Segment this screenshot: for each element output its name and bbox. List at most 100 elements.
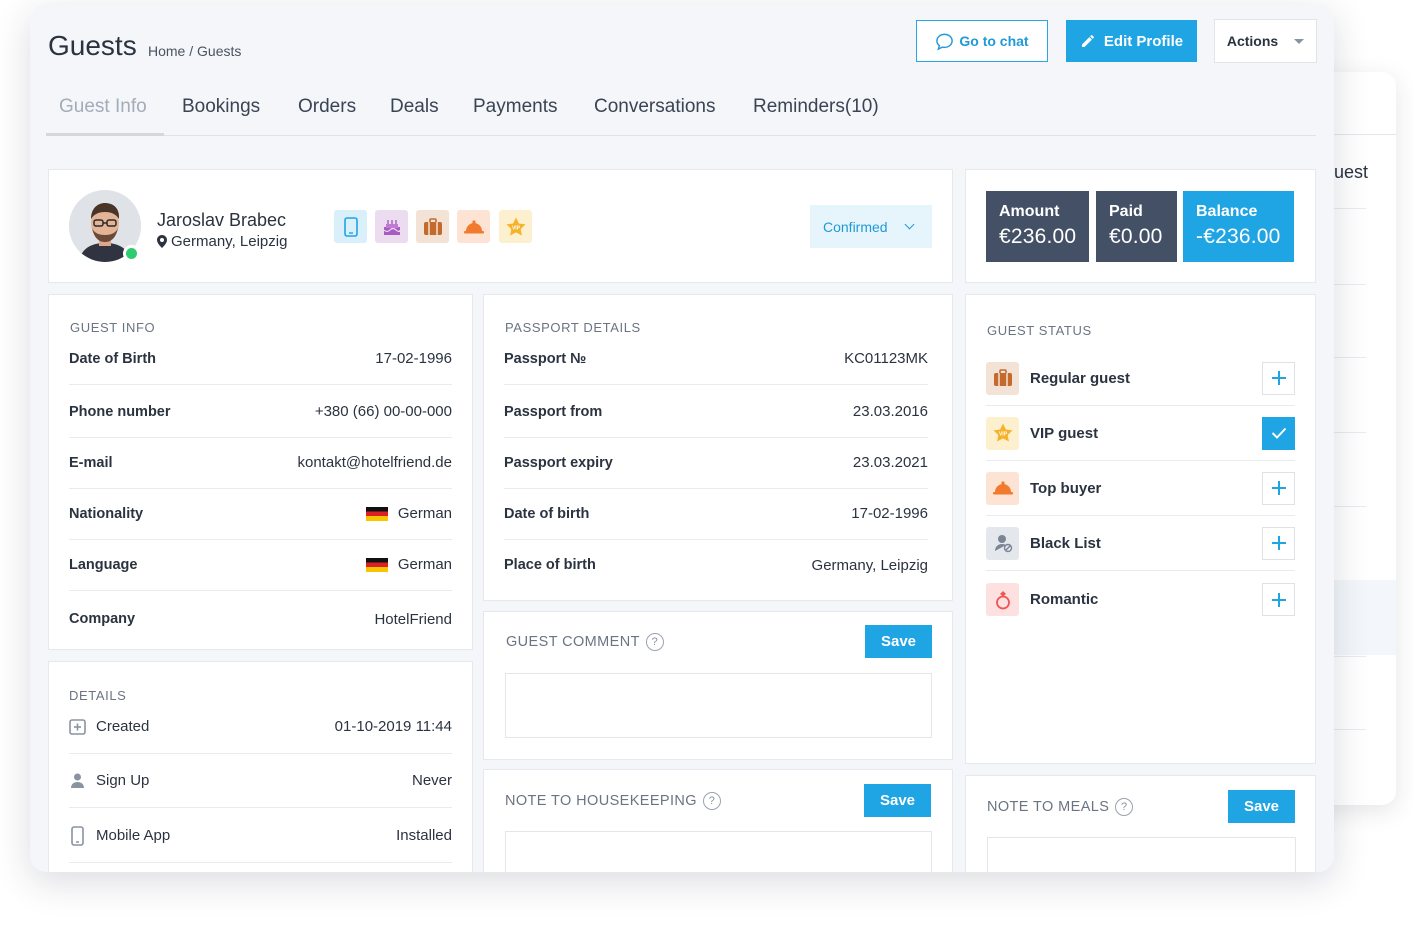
edit-profile-label: Edit Profile bbox=[1103, 32, 1184, 50]
meals-note-label: NOTE TO MEALS bbox=[987, 799, 1110, 815]
details-row-created: Created 01-10-2019 11:44 bbox=[69, 700, 452, 754]
section-title-guest-status: GUEST STATUS bbox=[987, 323, 1092, 338]
guest-comment-card: GUEST COMMENT? Save bbox=[483, 611, 953, 760]
active-tab-indicator bbox=[46, 133, 164, 136]
german-flag-icon bbox=[365, 506, 388, 521]
mobile-phone-icon bbox=[71, 825, 84, 846]
amount-tile: Amount €236.00 bbox=[986, 191, 1089, 262]
add-status-button[interactable] bbox=[1262, 583, 1295, 616]
tab-orders[interactable]: Orders bbox=[298, 96, 356, 118]
details-row-mobile-app: Mobile App Installed bbox=[69, 809, 452, 863]
details-value: 01-10-2019 11:44 bbox=[334, 718, 452, 735]
save-meals-note-button[interactable]: Save bbox=[1228, 790, 1295, 823]
paid-label: Paid bbox=[1109, 203, 1143, 220]
save-housekeeping-note-button[interactable]: Save bbox=[864, 784, 931, 817]
info-row-phone: Phone number +380 (66) 00-00-000 bbox=[69, 386, 452, 438]
svg-text:VIP: VIP bbox=[511, 225, 520, 231]
background-window-text: uest bbox=[1334, 162, 1369, 182]
online-status-dot bbox=[123, 245, 140, 262]
add-status-button[interactable] bbox=[1262, 361, 1295, 395]
passport-details-card: PASSPORT DETAILS Passport № KC01123MK Pas… bbox=[483, 294, 953, 601]
help-icon[interactable]: ? bbox=[702, 792, 721, 810]
status-row-top-buyer: Top buyer bbox=[986, 461, 1295, 516]
tab-deals[interactable]: Deals bbox=[390, 96, 439, 118]
housekeeping-note-textarea[interactable] bbox=[505, 831, 932, 872]
amount-value: €236.00 bbox=[999, 225, 1077, 248]
booking-status-select[interactable]: Confirmed bbox=[810, 205, 932, 248]
housekeeping-note-title: NOTE TO HOUSEKEEPING? bbox=[505, 792, 721, 810]
info-row-language: Language German bbox=[69, 539, 452, 591]
calendar-plus-icon bbox=[69, 719, 86, 735]
tab-conversations[interactable]: Conversations bbox=[594, 96, 715, 118]
german-flag-icon bbox=[365, 557, 388, 572]
balance-label: Balance bbox=[1196, 203, 1258, 220]
tab-guest-info[interactable]: Guest Info bbox=[59, 96, 147, 118]
suitcase-icon[interactable] bbox=[416, 210, 449, 243]
info-value: German bbox=[397, 505, 452, 522]
info-label: E-mail bbox=[69, 454, 113, 471]
status-row-vip-guest: VIP VIP guest bbox=[986, 406, 1295, 461]
tab-reminders[interactable]: Reminders(10) bbox=[753, 96, 879, 118]
info-label: Nationality bbox=[69, 505, 144, 522]
details-label: Sign Up bbox=[96, 772, 150, 789]
info-value: 17-02-1996 bbox=[375, 350, 452, 367]
info-row-company: Company HotelFriend bbox=[69, 593, 452, 645]
info-label: Language bbox=[69, 556, 138, 573]
info-value[interactable]: kontakt@hotelfriend.de bbox=[298, 454, 453, 471]
passport-row-date-of-birth: Date of birth 17-02-1996 bbox=[504, 488, 928, 540]
svg-text:VIP: VIP bbox=[998, 432, 1007, 438]
suitcase-icon bbox=[986, 361, 1019, 395]
food-cloche-icon[interactable] bbox=[457, 210, 490, 243]
save-guest-comment-button[interactable]: Save bbox=[865, 625, 932, 658]
pencil-icon bbox=[1081, 35, 1094, 47]
info-value: German bbox=[397, 556, 452, 573]
passport-row-place-of-birth: Place of birth Germany, Leipzig bbox=[504, 539, 928, 591]
meals-note-textarea[interactable] bbox=[987, 837, 1296, 872]
mobile-icon[interactable] bbox=[334, 210, 367, 243]
status-checked-button[interactable] bbox=[1262, 416, 1295, 450]
guest-name: Jaroslav Brabec bbox=[157, 210, 287, 230]
edit-profile-button[interactable]: Edit Profile bbox=[1066, 20, 1197, 62]
meals-note-title: NOTE TO MEALS? bbox=[987, 798, 1134, 816]
passport-value: KC01123MK bbox=[844, 350, 928, 367]
tab-payments[interactable]: Payments bbox=[473, 96, 557, 118]
status-row-black-list: Black List bbox=[986, 516, 1295, 571]
paid-tile: Paid €0.00 bbox=[1096, 191, 1177, 262]
help-icon[interactable]: ? bbox=[1115, 798, 1134, 816]
checkmark-icon bbox=[1271, 427, 1286, 439]
birthday-cake-icon[interactable] bbox=[375, 210, 408, 243]
go-to-chat-button[interactable]: Go to chat bbox=[916, 20, 1048, 62]
details-card: DETAILS Created 01-10-2019 11:44 Sign Up… bbox=[48, 661, 473, 872]
vip-star-icon: VIP bbox=[986, 416, 1019, 450]
passport-label: Passport from bbox=[504, 403, 603, 420]
balance-tile: Balance -€236.00 bbox=[1183, 191, 1294, 262]
passport-value: 17-02-1996 bbox=[851, 505, 928, 522]
guest-comment-textarea[interactable] bbox=[505, 673, 932, 738]
details-row-sign-up: Sign Up Never bbox=[69, 754, 452, 808]
status-label: Black List bbox=[1030, 534, 1101, 552]
add-status-button[interactable] bbox=[1262, 526, 1295, 560]
tab-bar: Guest Info Bookings Orders Deals Payment… bbox=[46, 90, 1316, 136]
info-value: +380 (66) 00-00-000 bbox=[314, 403, 452, 420]
details-value: Installed bbox=[396, 827, 452, 844]
plus-icon bbox=[1271, 371, 1286, 385]
status-label: Regular guest bbox=[1030, 369, 1131, 387]
passport-row-expiry: Passport expiry 23.03.2021 bbox=[504, 437, 928, 489]
vip-star-icon[interactable]: VIP bbox=[499, 210, 532, 243]
amount-label: Amount bbox=[999, 203, 1060, 220]
info-row-date-of-birth: Date of Birth 17-02-1996 bbox=[69, 333, 452, 385]
passport-label: Passport expiry bbox=[504, 454, 613, 471]
blocked-user-icon bbox=[986, 526, 1019, 560]
help-icon[interactable]: ? bbox=[645, 633, 664, 651]
balance-value: -€236.00 bbox=[1196, 225, 1281, 248]
profile-card: Jaroslav Brabec Germany, Leipzig VIP Con… bbox=[48, 169, 953, 283]
actions-dropdown[interactable]: Actions bbox=[1214, 19, 1317, 63]
passport-label: Passport № bbox=[504, 350, 587, 367]
tab-bookings[interactable]: Bookings bbox=[182, 96, 260, 118]
go-to-chat-label: Go to chat bbox=[959, 33, 1029, 49]
passport-row-number: Passport № KC01123MK bbox=[504, 333, 928, 385]
breadcrumb[interactable]: Home / Guests bbox=[148, 43, 241, 59]
caret-down-icon bbox=[1294, 38, 1305, 44]
status-label: Top buyer bbox=[1030, 479, 1102, 497]
add-status-button[interactable] bbox=[1262, 471, 1295, 505]
